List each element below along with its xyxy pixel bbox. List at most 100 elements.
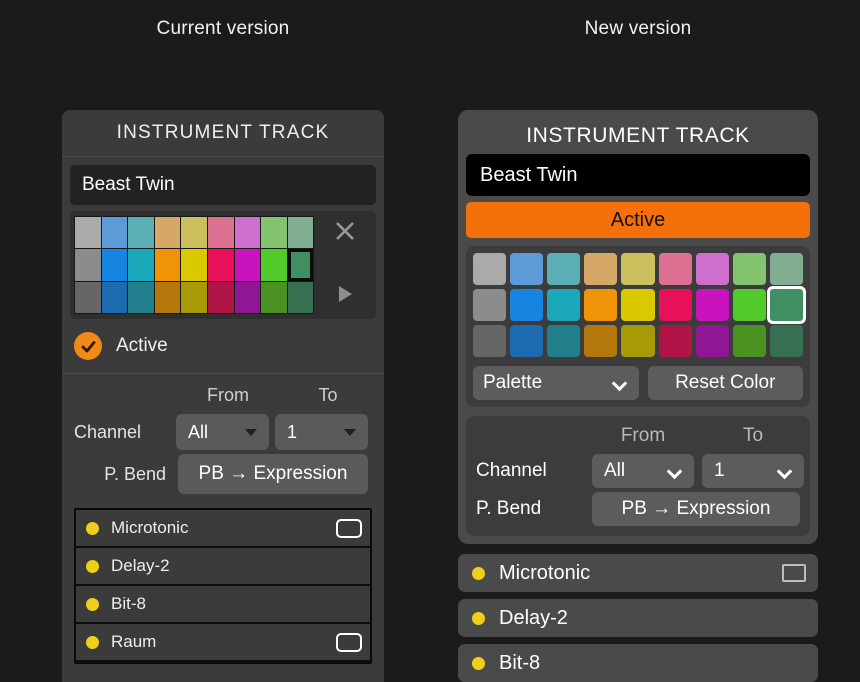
color-swatch[interactable] [75, 249, 101, 281]
color-swatch[interactable] [181, 217, 208, 249]
status-dot-icon[interactable] [472, 611, 485, 625]
plugin-name: Microtonic [111, 518, 189, 537]
channel-from-value: All [604, 460, 626, 481]
color-swatch[interactable] [584, 253, 618, 285]
color-swatch[interactable] [234, 281, 261, 313]
list-item[interactable]: Bit-8 [458, 644, 818, 682]
status-dot-icon[interactable] [86, 635, 99, 649]
color-swatch[interactable] [101, 249, 128, 281]
status-dot-icon[interactable] [86, 559, 99, 573]
color-swatch[interactable] [769, 325, 803, 357]
color-swatch[interactable] [128, 249, 154, 281]
color-swatch[interactable] [547, 325, 581, 357]
color-swatch[interactable] [621, 253, 655, 285]
color-swatch[interactable] [208, 249, 234, 281]
color-swatch[interactable] [621, 325, 655, 357]
track-name-input[interactable]: Beast Twin [466, 154, 810, 196]
open-window-icon[interactable] [336, 518, 362, 538]
color-swatch[interactable] [75, 217, 101, 249]
active-checkbox-row[interactable]: Active [70, 319, 376, 373]
status-dot-icon[interactable] [86, 597, 99, 611]
color-swatch[interactable] [234, 249, 261, 281]
chevron-down-icon [245, 429, 257, 436]
color-swatch[interactable] [234, 217, 261, 249]
color-swatch[interactable] [732, 253, 766, 285]
color-swatch[interactable] [695, 289, 729, 321]
channel-from-select[interactable]: All [592, 454, 694, 488]
color-swatch[interactable] [547, 253, 581, 285]
close-icon[interactable] [334, 220, 356, 242]
color-swatch[interactable] [101, 217, 128, 249]
color-swatch[interactable] [473, 289, 507, 321]
from-header: From [207, 384, 249, 405]
color-swatch[interactable] [473, 325, 507, 357]
color-swatch[interactable] [101, 281, 128, 313]
color-swatch[interactable] [769, 253, 803, 285]
track-name-input[interactable]: Beast Twin [70, 165, 376, 205]
checkmark-icon[interactable] [74, 332, 102, 360]
channel-to-select[interactable]: 1 [275, 414, 368, 450]
palette-select-value: Palette [483, 372, 543, 393]
color-swatch[interactable] [658, 289, 692, 321]
color-swatch[interactable] [154, 249, 181, 281]
plugin-list-new[interactable]: Microtonic Delay-2 Bit-8 [458, 554, 818, 682]
list-item[interactable]: Raum [76, 624, 370, 662]
panel-title: INSTRUMENT TRACK [116, 122, 330, 143]
color-swatch[interactable] [473, 253, 507, 285]
color-swatch[interactable] [287, 217, 314, 249]
color-swatch[interactable] [695, 325, 729, 357]
color-swatch[interactable] [208, 217, 234, 249]
color-swatch[interactable] [287, 281, 314, 313]
color-swatch[interactable] [547, 289, 581, 321]
to-header: To [318, 384, 338, 405]
list-item[interactable]: Delay-2 [458, 599, 818, 637]
color-swatch[interactable] [208, 281, 234, 313]
status-dot-icon[interactable] [472, 656, 485, 670]
active-toggle-button[interactable]: Active [466, 202, 810, 238]
reset-color-label: Reset Color [675, 372, 776, 393]
open-window-icon[interactable] [782, 564, 806, 582]
color-swatch[interactable] [128, 217, 154, 249]
color-swatch[interactable] [261, 281, 287, 313]
play-triangle-icon[interactable] [336, 284, 354, 304]
color-swatch[interactable] [128, 281, 154, 313]
color-swatch[interactable] [658, 325, 692, 357]
color-swatch[interactable] [261, 217, 287, 249]
color-swatch[interactable] [154, 217, 181, 249]
color-swatch[interactable] [584, 325, 618, 357]
color-swatch[interactable] [75, 281, 101, 313]
color-swatch[interactable] [510, 325, 544, 357]
status-dot-icon[interactable] [86, 521, 99, 535]
list-item[interactable]: Delay-2 [76, 548, 370, 586]
color-swatch[interactable] [732, 325, 766, 357]
color-swatch[interactable] [154, 281, 181, 313]
routing-section-current: From To Channel All 1 P. Bend PB → Expre… [70, 374, 376, 504]
color-swatch[interactable] [181, 249, 208, 281]
color-swatch-grid[interactable] [74, 216, 315, 314]
palette-select[interactable]: Palette [473, 366, 639, 400]
plugin-name: Bit-8 [111, 594, 146, 613]
color-swatch[interactable] [658, 253, 692, 285]
open-window-icon[interactable] [336, 632, 362, 652]
color-swatch[interactable] [510, 253, 544, 285]
color-swatch[interactable] [621, 289, 655, 321]
channel-to-select[interactable]: 1 [702, 454, 804, 488]
color-swatch[interactable] [584, 289, 618, 321]
color-swatch[interactable] [732, 289, 766, 321]
color-swatch[interactable] [769, 289, 803, 321]
color-swatch[interactable] [510, 289, 544, 321]
status-dot-icon[interactable] [472, 566, 485, 580]
color-swatch[interactable] [695, 253, 729, 285]
pb-expression-button[interactable]: PB → Expression [178, 454, 368, 494]
color-swatch[interactable] [181, 281, 208, 313]
list-item[interactable]: Microtonic [76, 510, 370, 548]
list-item[interactable]: Bit-8 [76, 586, 370, 624]
color-swatch[interactable] [287, 249, 314, 281]
pb-expression-button[interactable]: PB → Expression [592, 492, 800, 526]
channel-from-select[interactable]: All [176, 414, 269, 450]
reset-color-button[interactable]: Reset Color [647, 366, 803, 400]
color-swatch-grid[interactable] [473, 253, 803, 357]
plugin-list-current[interactable]: Microtonic Delay-2 Bit-8 Raum [74, 508, 372, 664]
list-item[interactable]: Microtonic [458, 554, 818, 592]
color-swatch[interactable] [261, 249, 287, 281]
